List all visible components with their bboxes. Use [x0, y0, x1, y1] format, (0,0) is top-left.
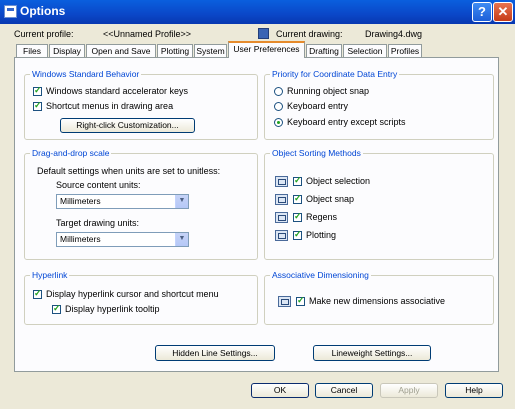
drag-drop-description: Default settings when units are set to u…: [37, 166, 221, 176]
running-object-snap-radio[interactable]: [274, 87, 283, 96]
windows-standard-title: Windows Standard Behavior: [30, 69, 142, 79]
priority-title: Priority for Coordinate Data Entry: [270, 69, 400, 79]
object-selection-icon: [275, 176, 288, 187]
object-selection-label[interactable]: Object selection: [306, 176, 370, 186]
regens-label[interactable]: Regens: [306, 212, 337, 222]
ok-button[interactable]: OK: [251, 383, 309, 398]
help-title-button[interactable]: ?: [472, 2, 492, 22]
plotting-sort-label[interactable]: Plotting: [306, 230, 336, 240]
object-selection-checkbox[interactable]: [293, 175, 302, 186]
shortcut-menus-label[interactable]: Shortcut menus in drawing area: [46, 101, 173, 111]
hidden-line-settings-button[interactable]: Hidden Line Settings...: [155, 345, 275, 361]
dimension-icon: [278, 296, 291, 307]
cancel-button[interactable]: Cancel: [315, 383, 373, 398]
tab-user-preferences[interactable]: User Preferences: [228, 41, 305, 58]
drag-drop-title: Drag-and-drop scale: [30, 148, 112, 158]
current-drawing-label: Current drawing:: [276, 29, 343, 39]
tab-plotting[interactable]: Plotting: [157, 44, 193, 57]
target-units-value: Millimeters: [60, 234, 101, 244]
object-snap-label[interactable]: Object snap: [306, 194, 354, 204]
source-units-label: Source content units:: [56, 180, 141, 190]
hyperlink-tooltip-checkbox[interactable]: [52, 303, 61, 314]
title-bar[interactable]: [0, 0, 515, 24]
regens-checkbox[interactable]: [293, 211, 302, 222]
right-click-customization-button[interactable]: Right-click Customization...: [60, 118, 195, 133]
tab-display[interactable]: Display: [49, 44, 85, 57]
regens-icon: [275, 212, 288, 223]
shortcut-menus-checkbox[interactable]: [33, 100, 42, 111]
associative-title: Associative Dimensioning: [270, 270, 371, 280]
keyboard-entry-radio[interactable]: [274, 102, 283, 111]
tab-profiles[interactable]: Profiles: [388, 44, 422, 57]
tab-files[interactable]: Files: [16, 44, 48, 57]
current-profile-value: <<Unnamed Profile>>: [103, 29, 192, 39]
tab-open-and-save[interactable]: Open and Save: [86, 44, 156, 57]
running-object-snap-label[interactable]: Running object snap: [287, 86, 369, 96]
keyboard-except-scripts-radio[interactable]: [274, 118, 283, 127]
window-title: Options: [20, 4, 66, 18]
help-button[interactable]: Help: [445, 383, 503, 398]
hyperlink-cursor-checkbox[interactable]: [33, 288, 42, 299]
plotting-sort-icon: [275, 230, 288, 241]
accelerator-keys-checkbox[interactable]: [33, 85, 42, 96]
source-units-select[interactable]: Millimeters ▼: [56, 194, 189, 209]
object-sorting-title: Object Sorting Methods: [270, 148, 363, 158]
current-profile-label: Current profile:: [14, 29, 74, 39]
hyperlink-group: [24, 275, 258, 325]
target-units-select[interactable]: Millimeters ▼: [56, 232, 189, 247]
hyperlink-title: Hyperlink: [30, 270, 70, 280]
drawing-icon: [258, 28, 269, 39]
object-snap-icon: [275, 194, 288, 205]
chevron-down-icon[interactable]: ▼: [175, 233, 188, 246]
make-associative-label[interactable]: Make new dimensions associative: [309, 296, 445, 306]
target-units-label: Target drawing units:: [56, 218, 140, 228]
object-sorting-group: [264, 153, 494, 260]
object-snap-checkbox[interactable]: [293, 193, 302, 204]
plotting-sort-checkbox[interactable]: [293, 229, 302, 240]
chevron-down-icon[interactable]: ▼: [175, 195, 188, 208]
accelerator-keys-label[interactable]: Windows standard accelerator keys: [46, 86, 188, 96]
tab-drafting[interactable]: Drafting: [306, 44, 342, 57]
close-button[interactable]: ✕: [493, 2, 513, 22]
keyboard-except-scripts-label[interactable]: Keyboard entry except scripts: [287, 117, 406, 127]
hyperlink-cursor-label[interactable]: Display hyperlink cursor and shortcut me…: [46, 289, 219, 299]
hyperlink-tooltip-label[interactable]: Display hyperlink tooltip: [65, 304, 160, 314]
keyboard-entry-label[interactable]: Keyboard entry: [287, 101, 348, 111]
make-associative-checkbox[interactable]: [296, 295, 305, 306]
lineweight-settings-button[interactable]: Lineweight Settings...: [313, 345, 431, 361]
app-icon: [4, 5, 17, 18]
apply-button[interactable]: Apply: [380, 383, 438, 398]
tab-system[interactable]: System: [194, 44, 227, 57]
tab-selection[interactable]: Selection: [343, 44, 387, 57]
current-drawing-value: Drawing4.dwg: [365, 29, 423, 39]
source-units-value: Millimeters: [60, 196, 101, 206]
